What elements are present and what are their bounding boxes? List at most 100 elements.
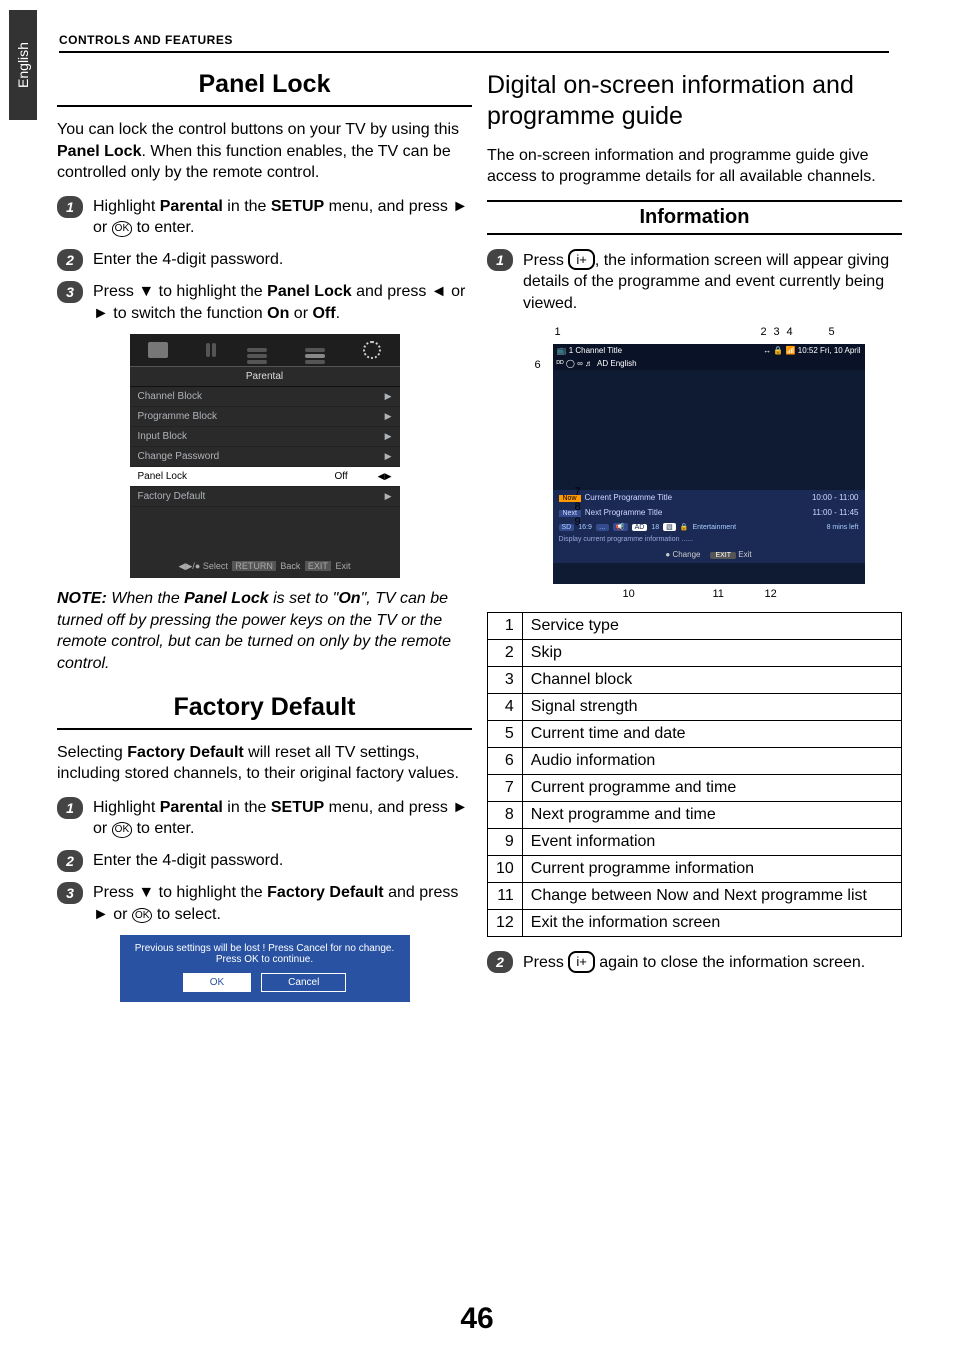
step-text: Press i+ again to close the information … bbox=[523, 951, 865, 974]
callout-1: 1 bbox=[555, 326, 561, 338]
menu-padding bbox=[130, 507, 400, 557]
step-number-icon: 1 bbox=[57, 196, 83, 218]
menu-row: Channel Block▶ bbox=[130, 387, 400, 407]
callout-8: 8 bbox=[575, 501, 581, 513]
table-row: 2Skip bbox=[488, 640, 902, 667]
table-row: 1Service type bbox=[488, 613, 902, 640]
panel-lock-step-1: 1 Highlight Parental in the SETUP menu, … bbox=[57, 196, 472, 239]
information-heading: Information bbox=[487, 200, 902, 235]
callout-12: 12 bbox=[765, 588, 777, 600]
step-text: Press ▼ to highlight the Panel Lock and … bbox=[93, 281, 472, 324]
page: English CONTROLS AND FEATURES Panel Lock… bbox=[0, 0, 954, 1354]
table-row: 11Change between Now and Next programme … bbox=[488, 883, 902, 910]
callout-10: 10 bbox=[623, 588, 635, 600]
callout-11: 11 bbox=[713, 588, 724, 600]
epg-programmes: NowCurrent Programme Title10:00 - 11:00 … bbox=[553, 490, 865, 563]
factory-default-title: Factory Default bbox=[57, 693, 472, 730]
menu-heading: Parental bbox=[130, 366, 400, 387]
panel-lock-step-3: 3 Press ▼ to highlight the Panel Lock an… bbox=[57, 281, 472, 324]
epg-next-row: NextNext Programme Title11:00 - 11:45 bbox=[553, 505, 865, 520]
info-button-icon: i+ bbox=[568, 951, 594, 973]
header-rule bbox=[59, 51, 889, 53]
menu-row: Factory Default▶ bbox=[130, 487, 400, 507]
factory-default-step-2: 2 Enter the 4-digit password. bbox=[57, 850, 472, 872]
step-number-icon: 2 bbox=[487, 951, 513, 973]
table-row: 12Exit the information screen bbox=[488, 910, 902, 937]
table-row: 6Audio information bbox=[488, 748, 902, 775]
menu-row-selected: Panel LockOff◀▶ bbox=[130, 467, 400, 487]
step-number-icon: 1 bbox=[57, 797, 83, 819]
step-text: Press ▼ to highlight the Factory Default… bbox=[93, 882, 472, 925]
epg-body bbox=[553, 370, 865, 490]
step-number-icon: 3 bbox=[57, 882, 83, 904]
tab-icon bbox=[305, 348, 325, 352]
table-row: 10Current programme information bbox=[488, 856, 902, 883]
ok-icon: OK bbox=[112, 221, 132, 237]
step-text: Highlight Parental in the SETUP menu, an… bbox=[93, 797, 472, 840]
step-text: Press i+, the information screen will ap… bbox=[523, 249, 902, 315]
callout-6: 6 bbox=[535, 359, 541, 371]
tab-icon bbox=[148, 342, 168, 358]
step-text: Enter the 4-digit password. bbox=[93, 850, 283, 872]
ok-icon: OK bbox=[132, 908, 152, 924]
ok-icon: OK bbox=[112, 822, 132, 838]
dialog-buttons: OK Cancel bbox=[130, 973, 400, 992]
panel-lock-step-2: 2 Enter the 4-digit password. bbox=[57, 249, 472, 271]
menu-row: Programme Block▶ bbox=[130, 407, 400, 427]
left-column: Panel Lock You can lock the control butt… bbox=[57, 70, 472, 1002]
panel-lock-note: NOTE: When the Panel Lock is set to "On"… bbox=[57, 588, 472, 674]
callout-3: 3 bbox=[774, 326, 780, 338]
dialog-cancel-button: Cancel bbox=[261, 973, 346, 992]
callout-9: 9 bbox=[575, 516, 581, 528]
gear-icon bbox=[363, 341, 381, 359]
menu-tab-bar bbox=[130, 334, 400, 366]
information-step-1: 1 Press i+, the information screen will … bbox=[487, 249, 902, 315]
info-button-icon: i+ bbox=[568, 249, 594, 271]
dialog-ok-button: OK bbox=[183, 973, 251, 992]
step-number-icon: 3 bbox=[57, 281, 83, 303]
dialog-message: Previous settings will be lost ! Press C… bbox=[130, 943, 400, 965]
tab-icon bbox=[206, 343, 210, 357]
epg-audiobar: ᴰᴰ ◯ ∞ ♬ AD English bbox=[553, 357, 865, 370]
factory-default-step-1: 1 Highlight Parental in the SETUP menu, … bbox=[57, 797, 472, 840]
table-row: 3Channel block bbox=[488, 667, 902, 694]
epg-description: Display current programme information ..… bbox=[553, 534, 865, 545]
callout-4: 4 bbox=[787, 326, 793, 338]
table-row: 5Current time and date bbox=[488, 721, 902, 748]
table-row: 4Signal strength bbox=[488, 694, 902, 721]
callout-7: 7 bbox=[575, 486, 581, 498]
digital-guide-intro: The on-screen information and programme … bbox=[487, 145, 902, 188]
table-row: 7Current programme and time bbox=[488, 775, 902, 802]
page-number: 46 bbox=[0, 1302, 954, 1336]
step-number-icon: 1 bbox=[487, 249, 513, 271]
panel-lock-title: Panel Lock bbox=[57, 70, 472, 107]
menu-row: Change Password▶ bbox=[130, 447, 400, 467]
callout-legend-table: 1Service type 2Skip 3Channel block 4Sign… bbox=[487, 612, 902, 937]
callout-5: 5 bbox=[829, 326, 835, 338]
digital-guide-subtitle: Digital on-screen information and progra… bbox=[487, 70, 902, 133]
factory-dialog-screenshot: Previous settings will be lost ! Press C… bbox=[120, 935, 410, 1002]
right-column: Digital on-screen information and progra… bbox=[487, 70, 902, 984]
step-number-icon: 2 bbox=[57, 249, 83, 271]
factory-default-step-3: 3 Press ▼ to highlight the Factory Defau… bbox=[57, 882, 472, 925]
epg-screen: 📺 1 Channel Title ↔ 🔒 📶 10:52 Fri, 10 Ap… bbox=[553, 344, 865, 584]
epg-info-row: SD 16:9 … 📢 AD 18 ▧ 🔒 Entertainment 8 mi… bbox=[553, 520, 865, 534]
step-number-icon: 2 bbox=[57, 850, 83, 872]
epg-now-row: NowCurrent Programme Title10:00 - 11:00 bbox=[553, 490, 865, 505]
panel-lock-intro: You can lock the control buttons on your… bbox=[57, 119, 472, 184]
epg-footer: ● Change EXIT Exit bbox=[553, 545, 865, 563]
callout-2: 2 bbox=[761, 326, 767, 338]
page-header: CONTROLS AND FEATURES bbox=[59, 33, 233, 47]
menu-row: Input Block▶ bbox=[130, 427, 400, 447]
tab-icon bbox=[247, 348, 267, 352]
step-text: Enter the 4-digit password. bbox=[93, 249, 283, 271]
epg-diagram: 📺 1 Channel Title ↔ 🔒 📶 10:52 Fri, 10 Ap… bbox=[505, 324, 885, 604]
factory-default-intro: Selecting Factory Default will reset all… bbox=[57, 742, 472, 785]
table-row: 8Next programme and time bbox=[488, 802, 902, 829]
information-step-2: 2 Press i+ again to close the informatio… bbox=[487, 951, 902, 974]
language-tab-label: English bbox=[15, 42, 31, 88]
menu-footer: ◀▶/● Select RETURN Back EXIT Exit bbox=[130, 557, 400, 578]
step-text: Highlight Parental in the SETUP menu, an… bbox=[93, 196, 472, 239]
table-row: 9Event information bbox=[488, 829, 902, 856]
parental-menu-screenshot: Parental Channel Block▶ Programme Block▶… bbox=[130, 334, 400, 578]
